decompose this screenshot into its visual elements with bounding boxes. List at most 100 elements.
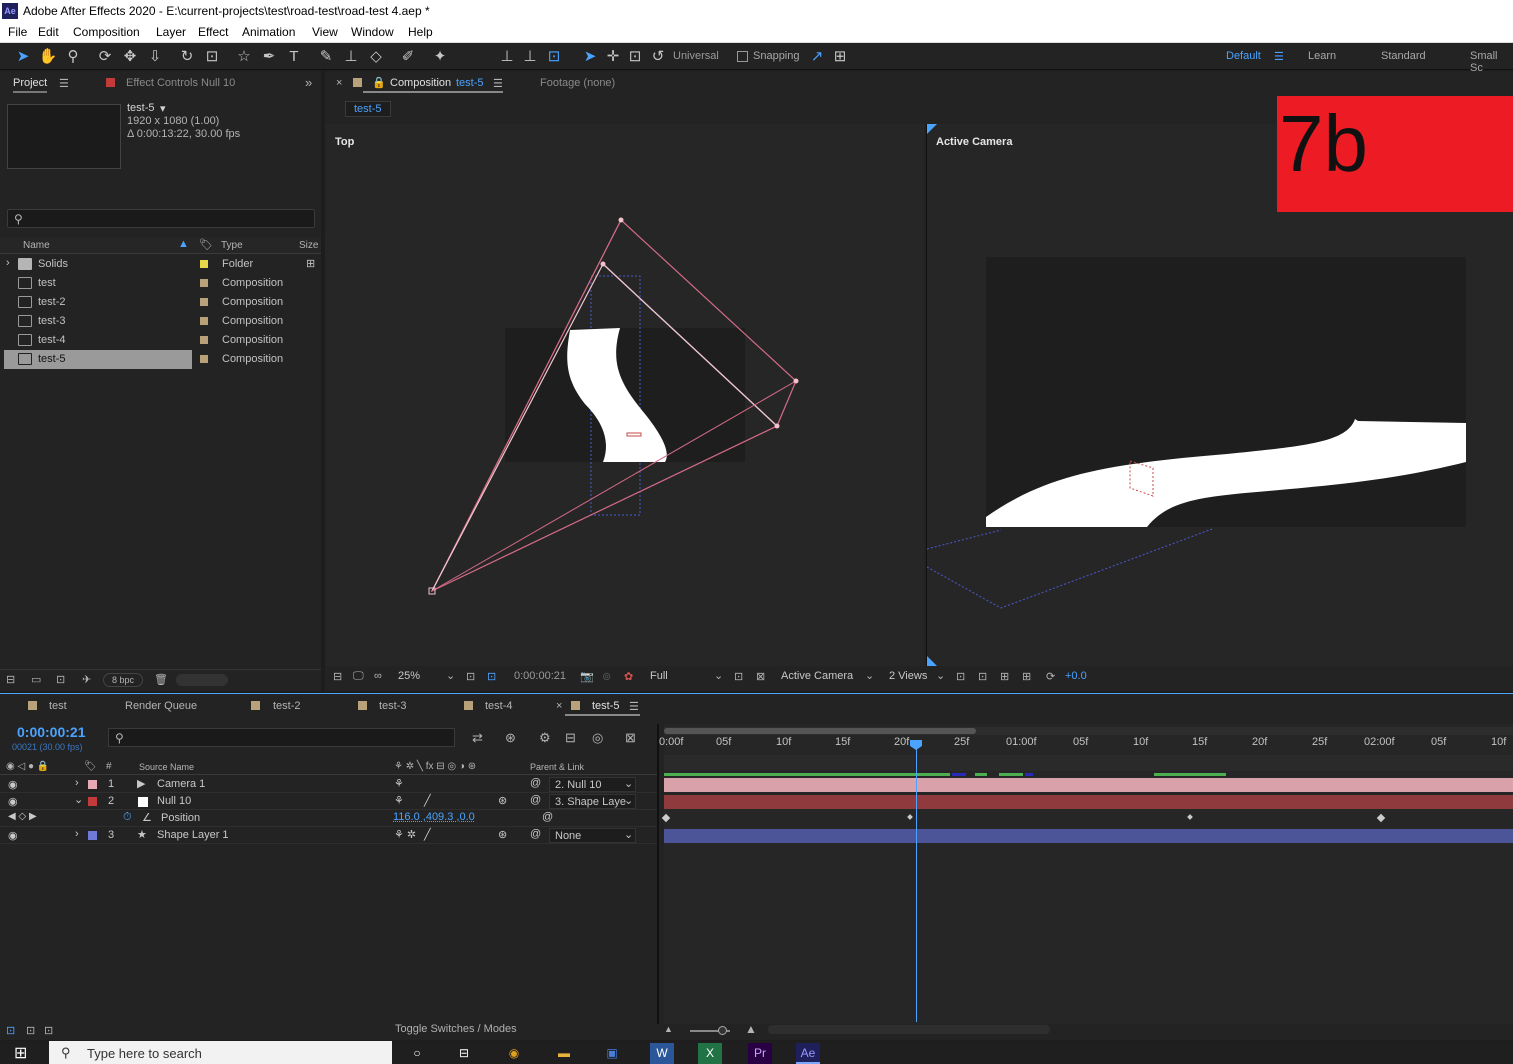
collapse-arrow-icon[interactable]: ⌄ <box>74 793 83 806</box>
resolution-dropdown[interactable]: Full <box>650 670 668 682</box>
tab-project[interactable]: Project <box>13 77 48 93</box>
timeline-tab-test-5[interactable]: test-5 <box>592 700 620 712</box>
orbit-camera-icon[interactable]: ⟳ <box>95 47 115 67</box>
shape-tool-icon[interactable]: ☆ <box>234 47 254 67</box>
project-row-test-3[interactable]: test-3 Composition <box>4 312 302 331</box>
menu-effect[interactable]: Effect <box>198 25 228 39</box>
zoom-dropdown[interactable]: 25% <box>398 670 420 682</box>
snap-extend-icon[interactable]: ⊞ <box>830 47 850 67</box>
project-row-test-4[interactable]: test-4 Composition <box>4 331 302 350</box>
fit-icon[interactable]: ⊡ <box>466 670 475 683</box>
workspace-learn[interactable]: Learn <box>1308 50 1336 62</box>
label-color-swatch[interactable] <box>200 336 208 344</box>
timeline-tab-test-3[interactable]: test-3 <box>379 700 407 712</box>
motion-blur-icon[interactable]: ◎ <box>592 730 603 746</box>
menu-animation[interactable]: Animation <box>242 25 295 39</box>
3d-layer-icon[interactable]: ⊛ <box>498 794 507 807</box>
brush-tool-icon[interactable]: ✎ <box>316 47 336 67</box>
tab-composition-name[interactable]: test-5 <box>456 77 484 89</box>
task-view-icon[interactable]: ⊟ <box>452 1043 476 1064</box>
puppet-pin-icon[interactable]: ✦ <box>430 47 450 67</box>
always-preview-icon[interactable]: ⊟ <box>333 670 342 683</box>
layer-bar-camera-1[interactable] <box>664 778 1513 792</box>
selection-tool-icon[interactable]: ➤ <box>13 47 33 67</box>
zoom-in-icon[interactable]: ▲ <box>745 1022 757 1036</box>
in-out-icon[interactable]: ⊡ <box>44 1024 53 1037</box>
current-time-indicator[interactable] <box>916 740 917 1022</box>
interpret-footage-icon[interactable]: ⊟ <box>6 673 15 686</box>
eye-icon[interactable]: ◉ <box>8 829 18 842</box>
shy-layers-icon[interactable]: ⚙ <box>539 730 551 746</box>
layer-label-swatch[interactable] <box>88 831 97 840</box>
lock-icon[interactable]: 🔒 <box>372 76 386 89</box>
views-dropdown[interactable]: 2 Views <box>889 670 927 682</box>
property-row-position[interactable]: ◀ ◇ ▶ ⏱ ∠ Position 116.0 ,409.3 ,0.0 @ <box>0 810 657 827</box>
pick-whip-icon[interactable]: @ <box>530 794 541 806</box>
label-color-swatch[interactable] <box>200 317 208 325</box>
label-color-swatch[interactable] <box>200 355 208 363</box>
close-tab-icon[interactable]: × <box>336 77 342 89</box>
toggle-pixel-icon[interactable]: ⊡ <box>956 670 965 683</box>
taskbar-search-input[interactable]: ⚲ Type here to search <box>49 1041 392 1064</box>
excel-icon[interactable]: X <box>698 1043 722 1064</box>
tab-composition-label[interactable]: Composition <box>390 77 451 89</box>
work-area-bar[interactable] <box>664 728 976 734</box>
expand-arrow-icon[interactable]: › <box>75 777 79 789</box>
move-3d-icon[interactable]: ✛ <box>603 47 623 67</box>
clone-stamp-icon[interactable]: ⊥ <box>341 47 361 67</box>
after-effects-icon[interactable]: Ae <box>796 1043 820 1064</box>
menu-layer[interactable]: Layer <box>156 25 186 39</box>
project-row-test-5[interactable]: test-5 Composition <box>4 350 302 369</box>
layer-label-swatch[interactable] <box>88 797 97 806</box>
pan-behind-icon[interactable]: ⊡ <box>202 47 222 67</box>
quality-switch-icon[interactable]: ╱ <box>424 794 431 807</box>
render-icon[interactable]: ✈ <box>82 673 91 686</box>
menu-edit[interactable]: Edit <box>38 25 59 39</box>
chevron-down-icon[interactable]: ⌄ <box>865 669 874 682</box>
stopwatch-icon[interactable]: ⏱ <box>123 811 132 824</box>
viewer-timecode[interactable]: 0:00:00:21 <box>514 670 566 682</box>
label-color-swatch[interactable] <box>200 260 208 268</box>
snap-options-icon[interactable]: ↗ <box>807 47 827 67</box>
layer-name[interactable]: Null 10 <box>157 795 191 807</box>
sort-ascending-icon[interactable]: ▲ <box>178 238 189 250</box>
chevron-down-icon[interactable]: ⌄ <box>936 669 945 682</box>
layer-bar-null-10[interactable] <box>664 795 1513 809</box>
mask-visibility-icon[interactable]: ∞ <box>374 670 382 682</box>
tab-footage[interactable]: Footage (none) <box>540 77 615 89</box>
premiere-pro-icon[interactable]: Pr <box>748 1043 772 1064</box>
world-axis-icon[interactable]: ⊥ <box>520 47 540 67</box>
label-color-swatch[interactable] <box>200 298 208 306</box>
column-name[interactable]: Name <box>23 240 50 251</box>
thumbnail-slider[interactable] <box>176 674 228 686</box>
layer-row-camera-1[interactable]: ◉ › 1 ▶ Camera 1 ⚘ @ 2. Null 10 ⌄ <box>0 776 657 793</box>
menu-file[interactable]: File <box>8 25 27 39</box>
shy-switch-icon[interactable]: ⚘ ✲ <box>394 828 416 841</box>
menu-composition[interactable]: Composition <box>73 25 140 39</box>
scale-3d-icon[interactable]: ⊡ <box>625 47 645 67</box>
timeline-tab-render-queue[interactable]: Render Queue <box>125 700 197 712</box>
axis-mode-label[interactable]: Universal <box>673 50 719 62</box>
timeline-tab-test[interactable]: test <box>49 700 67 712</box>
menu-view[interactable]: View <box>312 25 338 39</box>
label-column-icon[interactable]: 🏷 <box>199 238 213 251</box>
workspace-menu-icon[interactable]: ☰ <box>1274 50 1284 63</box>
save-app-icon[interactable]: ▣ <box>600 1043 624 1064</box>
bit-depth-button[interactable]: 8 bpc <box>103 673 143 687</box>
menu-window[interactable]: Window <box>351 25 394 39</box>
layer-row-shape-layer-1[interactable]: ◉ › 3 ★ Shape Layer 1 ⚘ ✲ ╱ ⊛ @ None ⌄ <box>0 827 657 844</box>
project-row-test[interactable]: test Composition <box>4 274 302 293</box>
reset-exposure-icon[interactable]: ⟳ <box>1046 670 1055 683</box>
exposure-value[interactable]: +0.0 <box>1065 670 1087 682</box>
transparency-grid-icon[interactable]: ⊠ <box>756 670 765 683</box>
position-value[interactable]: 116.0 ,409.3 ,0.0 <box>393 811 475 823</box>
zoom-slider-knob[interactable] <box>718 1026 727 1035</box>
workspace-default[interactable]: Default <box>1226 50 1261 62</box>
layer-row-null-10[interactable]: ◉ ⌄ 2 Null 10 ⚘ ╱ ⊛ @ 3. Shape Laye ⌄ <box>0 793 657 810</box>
eye-icon[interactable]: ◉ <box>8 795 18 808</box>
fast-previews-icon[interactable]: ⊡ <box>734 670 743 683</box>
pan-camera-icon[interactable]: ✥ <box>120 47 140 67</box>
region-of-interest-icon[interactable]: ⊡ <box>487 670 496 683</box>
new-composition-icon[interactable]: ⊡ <box>56 673 65 686</box>
zoom-tool-icon[interactable]: ⚲ <box>63 47 83 67</box>
